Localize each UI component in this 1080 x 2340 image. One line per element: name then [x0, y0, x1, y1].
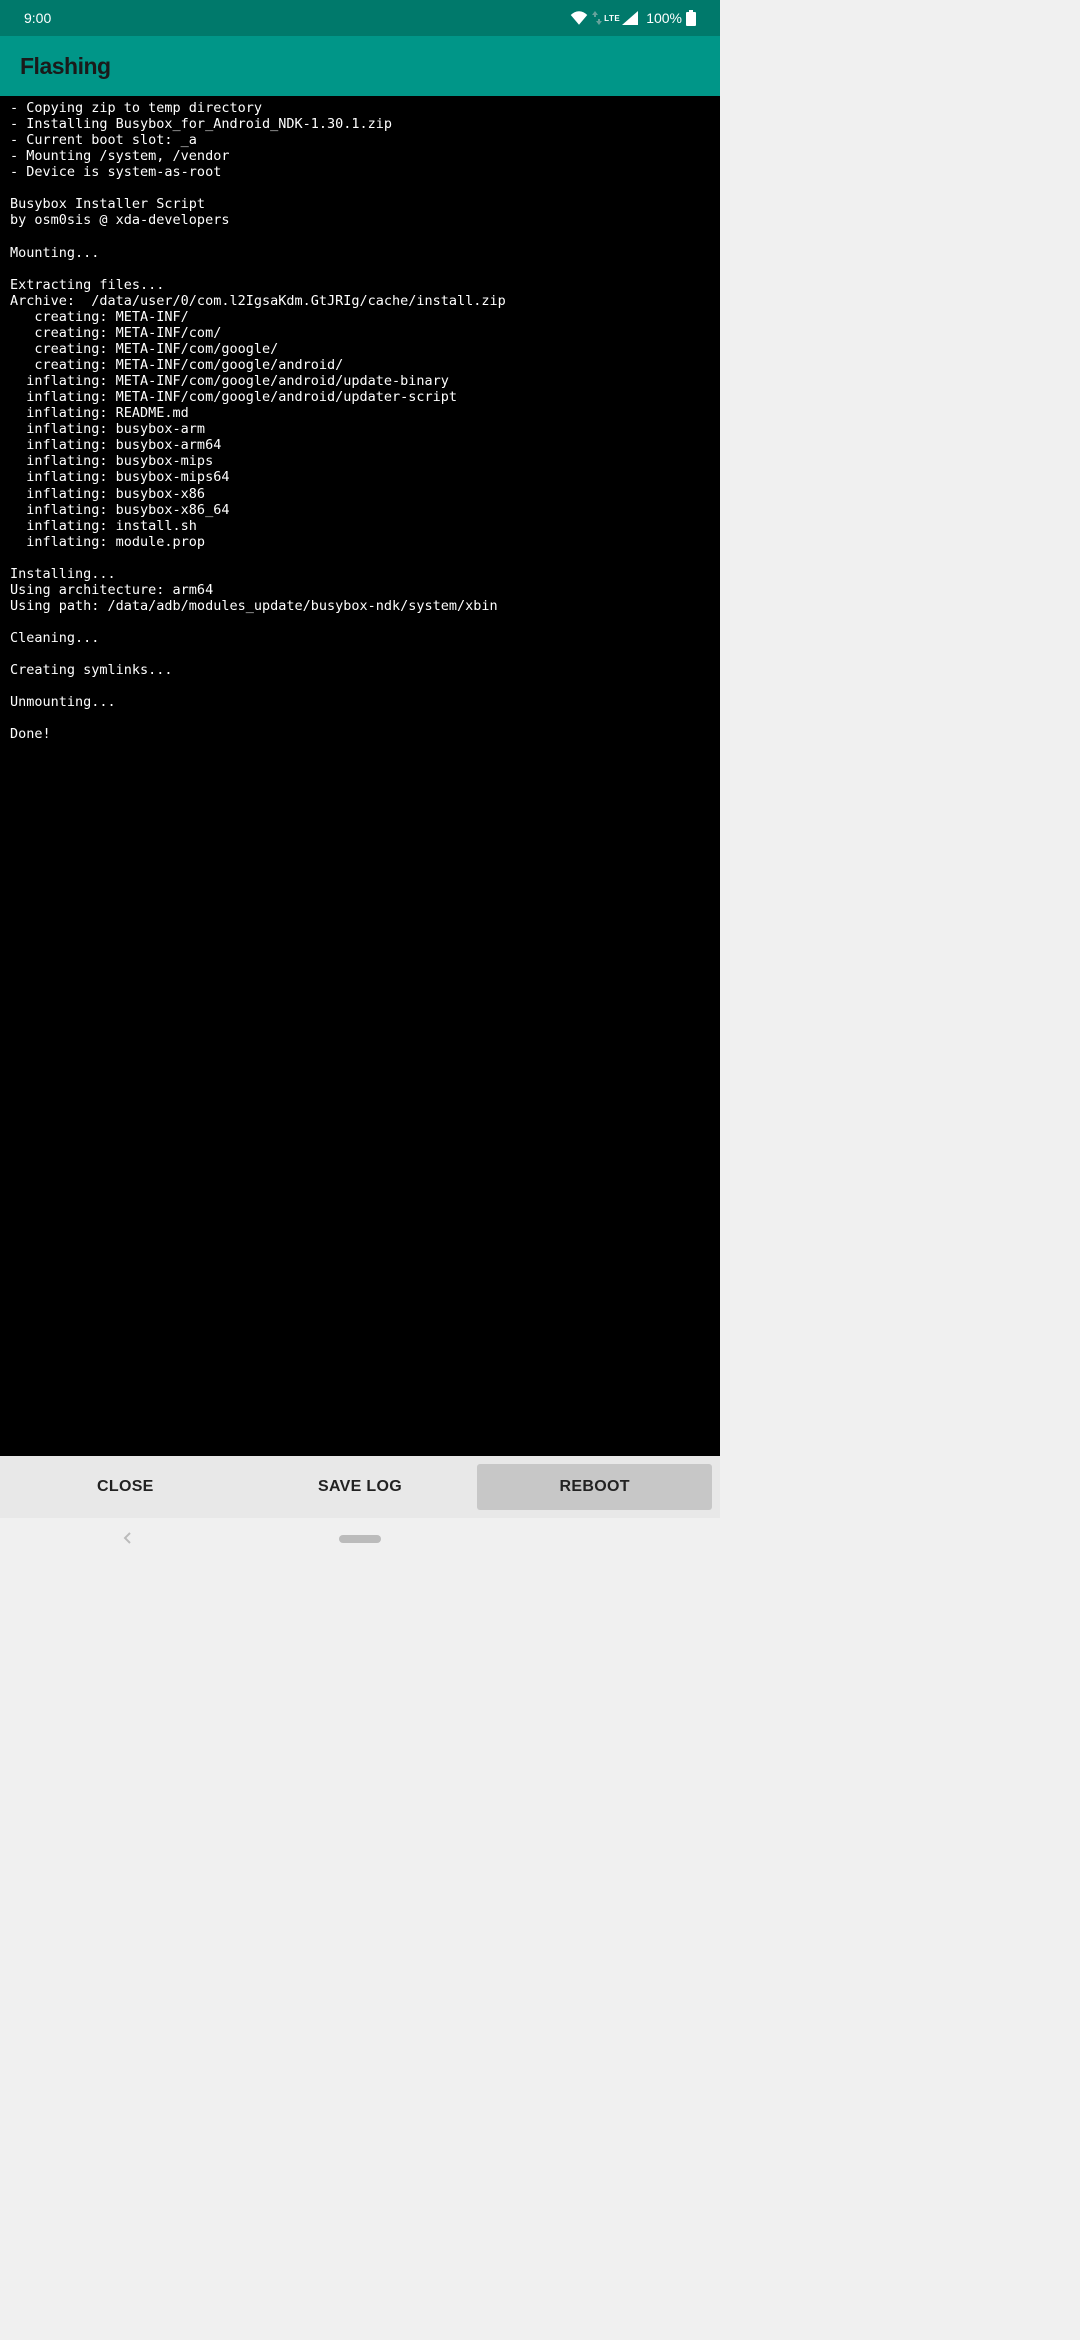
- wifi-icon: [570, 11, 588, 25]
- data-arrows-icon: [592, 11, 602, 25]
- page-title: Flashing: [20, 53, 111, 80]
- button-bar: CLOSE SAVE LOG REBOOT: [0, 1456, 720, 1518]
- lte-indicator: LTE: [604, 14, 620, 23]
- status-icons: LTE 100%: [570, 10, 696, 26]
- back-icon[interactable]: [122, 1528, 134, 1551]
- home-pill[interactable]: [339, 1535, 381, 1543]
- close-button[interactable]: CLOSE: [8, 1464, 243, 1510]
- signal-icon: [622, 11, 638, 25]
- nav-bar: [0, 1518, 720, 1560]
- battery-icon: [686, 10, 696, 26]
- battery-percent: 100%: [646, 10, 682, 26]
- save-log-button[interactable]: SAVE LOG: [243, 1464, 478, 1510]
- status-time: 9:00: [24, 10, 51, 26]
- terminal-output[interactable]: - Copying zip to temp directory - Instal…: [0, 96, 720, 1456]
- status-bar: 9:00 LTE 100%: [0, 0, 720, 36]
- reboot-button[interactable]: REBOOT: [477, 1464, 712, 1510]
- app-header: Flashing: [0, 36, 720, 96]
